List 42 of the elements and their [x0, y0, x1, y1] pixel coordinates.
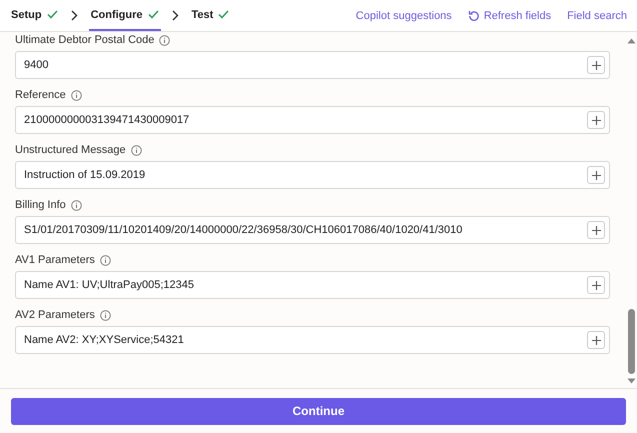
add-button[interactable] — [587, 166, 605, 184]
add-button[interactable] — [587, 56, 605, 74]
chevron-right-icon — [172, 10, 179, 21]
input-field[interactable]: 210000000003139471430009017 — [15, 106, 610, 134]
chevron-right-icon — [70, 10, 78, 21]
input-field[interactable]: Instruction of 15.09.2019 — [15, 161, 610, 189]
plus-icon — [592, 60, 600, 70]
input-field[interactable]: Name AV1: UV;UltraPay005;12345 — [15, 271, 610, 299]
info-icon[interactable] — [70, 90, 82, 100]
toolbar-link[interactable]: Field search — [567, 10, 627, 22]
field-label: AV1 Parameters — [15, 254, 95, 266]
input-field[interactable]: 9400 — [15, 51, 610, 79]
add-button[interactable] — [587, 111, 605, 129]
toolbar-link[interactable]: Refresh fields — [468, 10, 552, 22]
step-tab[interactable]: Setup — [9, 0, 60, 31]
refresh-icon — [468, 10, 480, 22]
plus-icon — [592, 226, 600, 234]
plus-icon — [592, 116, 600, 124]
add-button[interactable] — [587, 331, 605, 349]
step-tab[interactable]: Configure — [88, 0, 161, 31]
input-field[interactable]: S1/01/20170309/11/10201409/20/14000000/22/36958/30/CH106017086/40/1020/41/3010 — [15, 216, 610, 244]
field-label: Unstructured Message — [15, 144, 126, 156]
field-label: Billing Info — [15, 199, 66, 211]
continue-button[interactable]: Continue — [11, 398, 626, 424]
toolbar-link[interactable]: Copilot suggestions — [356, 10, 452, 22]
scroll-up-icon[interactable] — [626, 38, 636, 44]
info-icon[interactable] — [70, 200, 82, 210]
info-icon[interactable] — [100, 254, 111, 266]
info-icon[interactable] — [100, 310, 111, 320]
step-tab[interactable]: Test — [190, 0, 232, 31]
add-button[interactable] — [587, 221, 605, 239]
plus-icon — [592, 170, 600, 180]
add-button[interactable] — [587, 276, 605, 294]
info-icon[interactable] — [130, 144, 142, 156]
input-field[interactable]: Name AV2: XY;XYService;54321 — [15, 326, 610, 354]
plus-icon — [592, 336, 600, 344]
field-label: Reference — [15, 89, 66, 101]
field-label: Ultimate Debtor Postal Code — [15, 34, 154, 46]
field-label: AV2 Parameters — [15, 309, 95, 321]
info-icon[interactable] — [159, 34, 170, 46]
plus-icon — [592, 280, 600, 290]
scroll-down-icon[interactable] — [626, 378, 636, 384]
